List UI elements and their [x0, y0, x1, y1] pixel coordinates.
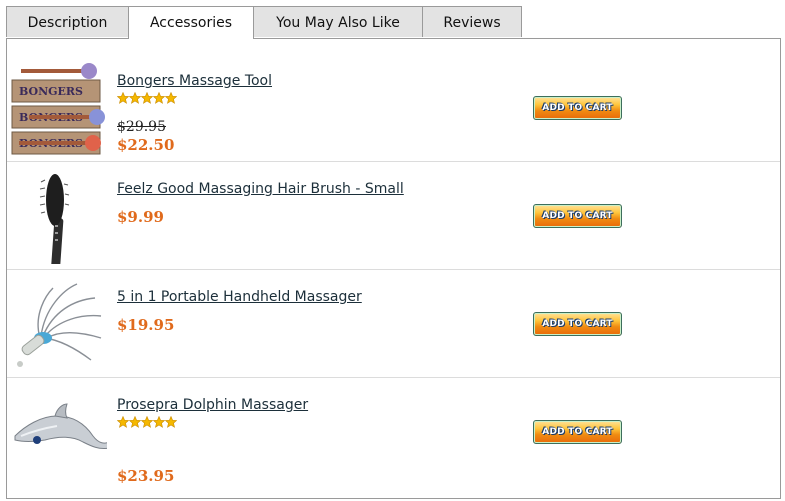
product-price: $9.99: [117, 208, 164, 226]
star-icon: [153, 92, 165, 104]
hair-brush-image[interactable]: [11, 170, 107, 264]
star-icon: [129, 416, 141, 428]
product-row: 5 in 1 Portable Handheld Massager $19.95…: [7, 270, 780, 378]
product-name-link[interactable]: 5 in 1 Portable Handheld Massager: [117, 289, 362, 305]
product-name-link[interactable]: Prosepra Dolphin Massager: [117, 397, 308, 413]
dolphin-massager-image[interactable]: [11, 386, 107, 480]
star-icon: [117, 92, 129, 104]
accessories-panel: BONGERS BONGERS BONGERS Bongers Massage …: [6, 38, 781, 499]
star-rating: [117, 413, 177, 428]
star-icon: [117, 416, 129, 428]
star-icon: [141, 92, 153, 104]
tab-you-may-also-like[interactable]: You May Also Like: [253, 6, 423, 37]
star-rating: [117, 89, 177, 104]
star-icon: [165, 416, 177, 428]
star-icon: [129, 92, 141, 104]
star-icon: [141, 416, 153, 428]
add-to-cart-button[interactable]: ADD TO CART: [533, 312, 622, 336]
product-row: BONGERS BONGERS BONGERS Bongers Massage …: [7, 54, 780, 162]
sale-price: $22.50: [117, 136, 175, 154]
product-name-link[interactable]: Feelz Good Massaging Hair Brush - Small: [117, 181, 404, 197]
svg-text:BONGERS: BONGERS: [19, 85, 83, 98]
bongers-massage-tool-image[interactable]: BONGERS BONGERS BONGERS: [11, 62, 107, 156]
add-to-cart-button[interactable]: ADD TO CART: [533, 204, 622, 228]
star-icon: [165, 92, 177, 104]
original-price: $29.95: [117, 119, 166, 135]
add-to-cart-button[interactable]: ADD TO CART: [533, 96, 622, 120]
star-icon: [153, 416, 165, 428]
add-to-cart-button[interactable]: ADD TO CART: [533, 420, 622, 444]
product-price: $19.95: [117, 316, 175, 334]
product-row: Feelz Good Massaging Hair Brush - Small …: [7, 162, 780, 270]
product-price: $23.95: [117, 467, 175, 485]
tab-reviews[interactable]: Reviews: [422, 6, 522, 37]
handheld-massager-image[interactable]: [11, 278, 107, 372]
product-name-link[interactable]: Bongers Massage Tool: [117, 73, 272, 89]
tab-description[interactable]: Description: [6, 6, 129, 37]
tab-accessories[interactable]: Accessories: [128, 6, 254, 39]
product-row: Prosepra Dolphin Massager $23.95 ADD TO …: [7, 378, 780, 486]
